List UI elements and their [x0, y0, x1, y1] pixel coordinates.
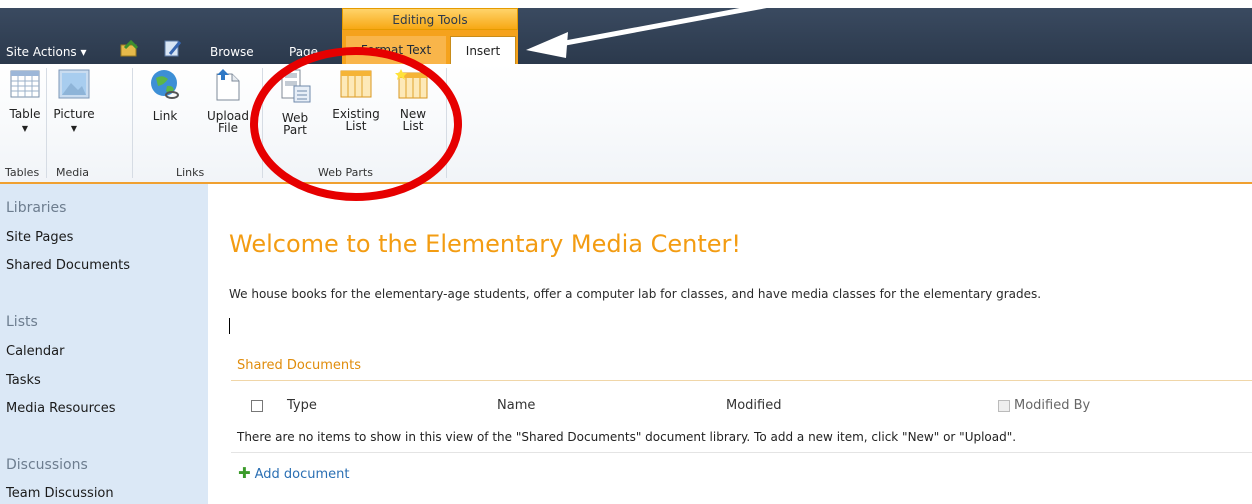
table-label: Table	[9, 107, 41, 121]
table-dropdown-icon[interactable]: ▼	[6, 123, 44, 135]
web-part-title-divider	[231, 380, 1252, 381]
site-actions-menu[interactable]: Site Actions ▾	[6, 45, 87, 59]
sidebar-item-calendar[interactable]: Calendar	[6, 344, 64, 359]
table-icon	[6, 68, 44, 102]
quick-launch: Libraries Site Pages Shared Documents Li…	[0, 184, 208, 504]
web-part-label-line2: Part	[283, 123, 307, 137]
ribbon-separator	[262, 68, 263, 178]
picture-icon	[50, 68, 98, 102]
new-list-label-line2: List	[402, 119, 424, 133]
picture-dropdown-icon[interactable]: ▼	[50, 123, 98, 135]
web-part-title[interactable]: Shared Documents	[237, 358, 361, 373]
link-button[interactable]: Link	[145, 68, 185, 122]
sidebar-heading-discussions[interactable]: Discussions	[6, 457, 88, 473]
editing-tools-header: Editing Tools	[342, 8, 518, 30]
document-text-strip	[0, 0, 1252, 8]
empty-list-message: There are no items to show in this view …	[237, 430, 1017, 444]
sidebar-heading-libraries[interactable]: Libraries	[6, 200, 66, 216]
new-list-icon	[392, 68, 434, 102]
tab-insert[interactable]: Insert	[450, 36, 516, 65]
picture-label: Picture	[53, 107, 95, 121]
group-label-links: Links	[176, 166, 205, 179]
group-label-web-parts: Web Parts	[318, 166, 373, 179]
list-divider	[231, 452, 1252, 453]
existing-list-icon	[326, 68, 386, 102]
sidebar-heading-lists[interactable]: Lists	[6, 314, 38, 330]
tab-page[interactable]: Page	[289, 45, 318, 59]
existing-list-label-line2: List	[345, 119, 367, 133]
add-icon: ✚	[238, 464, 251, 482]
select-all-checkbox[interactable]	[251, 400, 263, 412]
sidebar-item-media-resources[interactable]: Media Resources	[6, 401, 116, 416]
web-part-icon	[270, 68, 320, 106]
add-document-link[interactable]: ✚ Add document	[238, 464, 349, 482]
upload-file-button[interactable]: Upload File	[198, 68, 258, 134]
column-header-name[interactable]: Name	[497, 398, 535, 413]
tab-format-text[interactable]: Format Text	[346, 36, 446, 64]
ribbon-separator	[46, 68, 47, 178]
page-description[interactable]: We house books for the elementary-age st…	[229, 287, 1041, 301]
sidebar-item-team-discussion[interactable]: Team Discussion	[6, 486, 114, 501]
web-part-button[interactable]: Web Part	[270, 68, 320, 136]
sidebar-item-tasks[interactable]: Tasks	[6, 373, 41, 388]
column-header-modified-by[interactable]: Modified By	[1014, 398, 1090, 413]
globe-link-icon	[145, 68, 185, 104]
group-label-media: Media	[56, 166, 90, 179]
ribbon-insert: Table ▼ Picture ▼ Link Upload File Web P…	[0, 64, 1252, 184]
picture-button[interactable]: Picture ▼	[50, 68, 98, 135]
edit-page-icon[interactable]	[162, 38, 184, 62]
ribbon-separator	[446, 68, 447, 178]
upload-file-icon	[198, 68, 258, 104]
sidebar-item-shared-documents[interactable]: Shared Documents	[6, 258, 130, 273]
ribbon-separator	[132, 68, 133, 178]
sidebar-item-site-pages[interactable]: Site Pages	[6, 230, 73, 245]
top-bar: Site Actions ▾ Browse Page	[0, 8, 1252, 64]
column-header-modified[interactable]: Modified	[726, 398, 781, 413]
add-document-label: Add document	[254, 467, 350, 482]
tab-browse[interactable]: Browse	[210, 45, 254, 59]
navigate-up-icon[interactable]	[118, 38, 140, 62]
page-title: Welcome to the Elementary Media Center!	[229, 230, 742, 258]
table-button[interactable]: Table ▼	[6, 68, 44, 135]
group-label-tables: Tables	[5, 166, 40, 179]
upload-label-line2: File	[217, 121, 239, 135]
new-list-button[interactable]: New List	[392, 68, 434, 132]
existing-list-button[interactable]: Existing List	[326, 68, 386, 132]
text-cursor	[229, 318, 230, 334]
column-header-type[interactable]: Type	[287, 398, 317, 413]
modified-by-icon	[998, 400, 1010, 412]
link-label: Link	[152, 109, 178, 123]
